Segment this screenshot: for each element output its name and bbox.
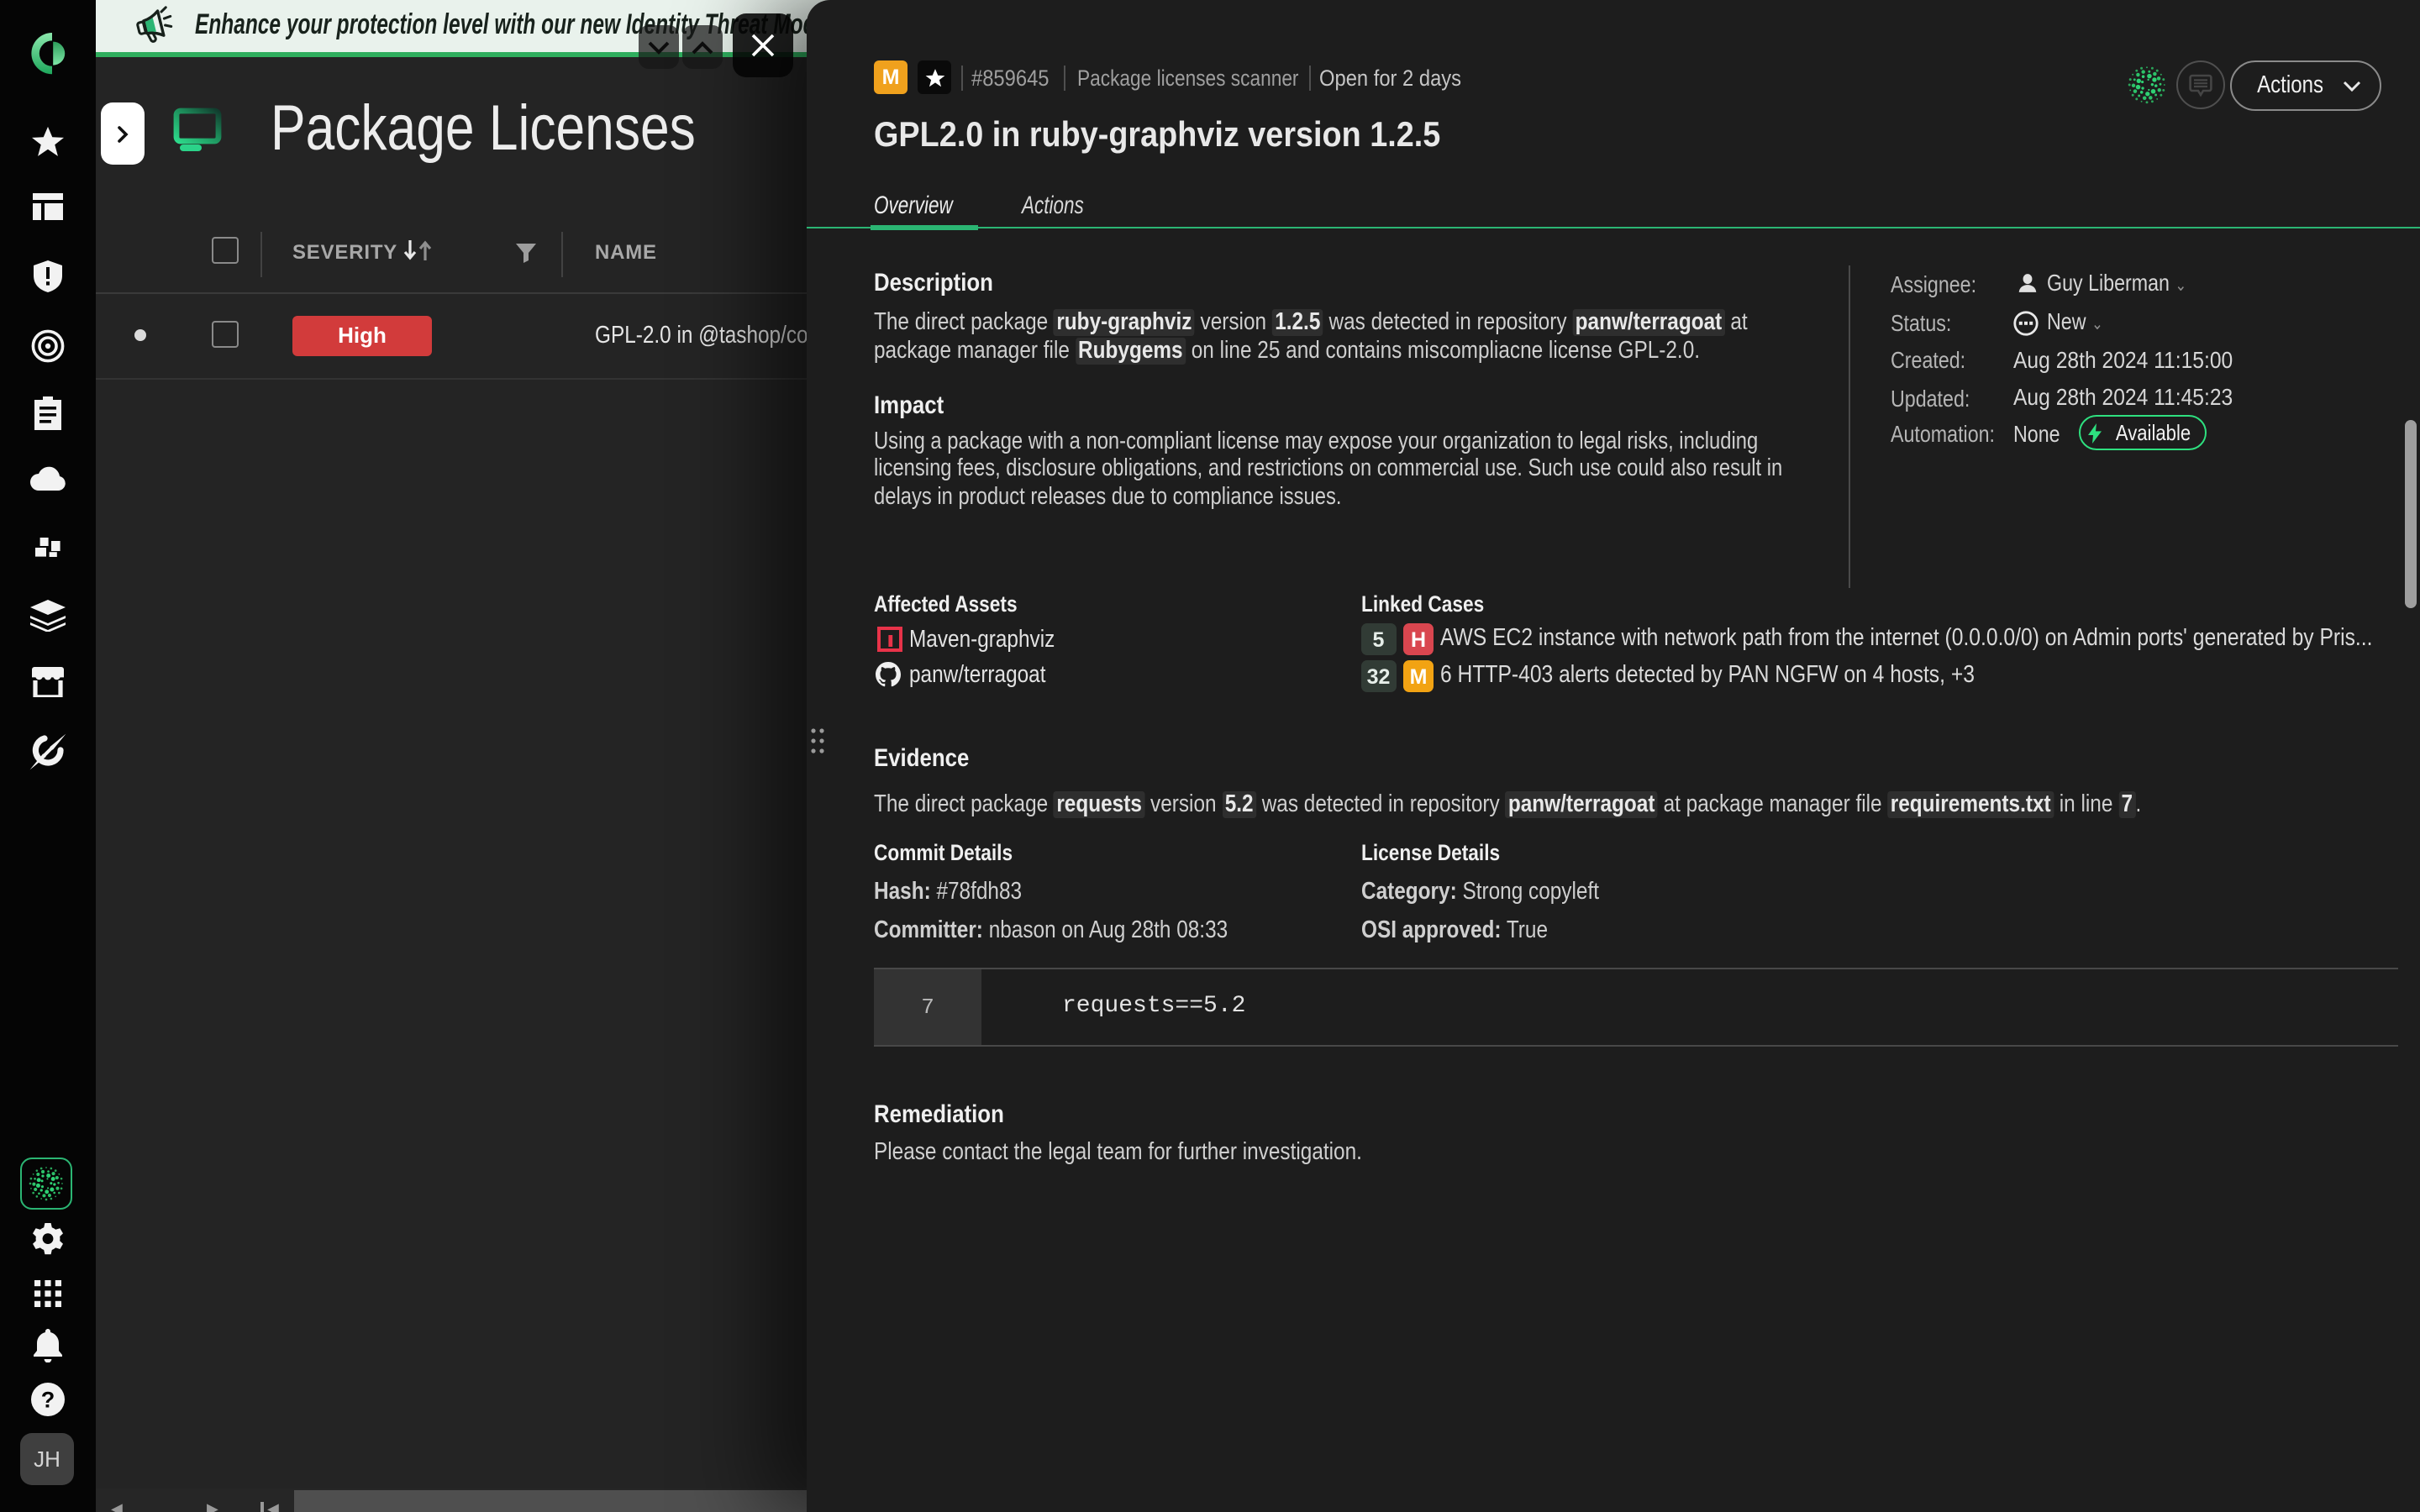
svg-text:?: ? — [41, 1388, 55, 1413]
